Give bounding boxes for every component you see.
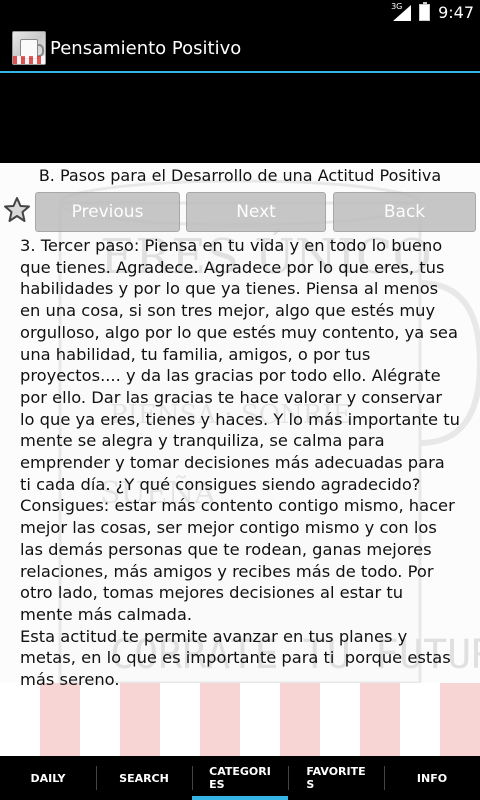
star-outline-icon[interactable] bbox=[2, 195, 32, 225]
ad-banner-area bbox=[0, 73, 480, 163]
article-text: 3. Tercer paso: Piensa en tu vida y en t… bbox=[20, 236, 460, 690]
next-button[interactable]: Next bbox=[186, 192, 326, 232]
content-area: ERES ÚNICO PIENSA · SONRÍE SUEÑA CORRATE… bbox=[0, 163, 480, 756]
signal-icon: 3G bbox=[391, 1, 412, 21]
tab-daily[interactable]: DAILY bbox=[0, 756, 96, 800]
app-mug-icon[interactable] bbox=[12, 31, 46, 65]
previous-button[interactable]: Previous bbox=[35, 192, 180, 232]
app-title: Pensamiento Positivo bbox=[50, 37, 242, 59]
tab-favorites[interactable]: FAVORITE S bbox=[288, 756, 384, 800]
tab-info[interactable]: INFO bbox=[384, 756, 480, 800]
bottom-tab-bar: DAILY SEARCH CATEGORI ES FAVORITE S INFO bbox=[0, 756, 480, 800]
status-bar: 3G 9:47 bbox=[0, 0, 480, 25]
tab-search[interactable]: SEARCH bbox=[96, 756, 192, 800]
status-icons: 3G 9:47 bbox=[391, 1, 474, 23]
action-bar: Pensamiento Positivo bbox=[0, 25, 480, 71]
network-type: 3G bbox=[391, 1, 403, 11]
battery-icon bbox=[419, 2, 431, 21]
tab-favorites-label: FAVORITE S bbox=[306, 765, 366, 791]
back-button[interactable]: Back bbox=[333, 192, 476, 232]
clock: 9:47 bbox=[438, 3, 474, 22]
tab-categories[interactable]: CATEGORI ES bbox=[192, 756, 288, 800]
tab-categories-label: CATEGORI ES bbox=[209, 765, 271, 791]
section-heading: B. Pasos para el Desarrollo de una Actit… bbox=[38, 166, 442, 185]
